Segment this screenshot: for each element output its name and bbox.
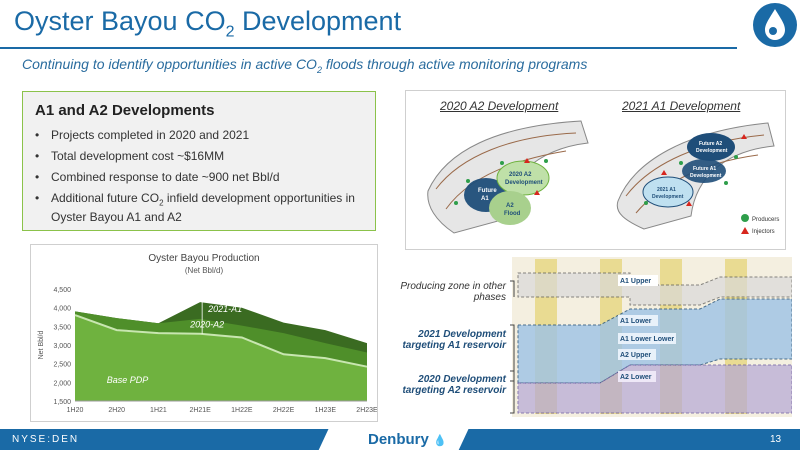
x-tick-label: 1H22E [231, 407, 253, 414]
legend-injectors: Injectors [752, 229, 775, 235]
development-maps-svg: Future A1 2020 A2 Development A2 Flood F… [427, 120, 779, 235]
map-label-development: Development [505, 180, 543, 186]
x-tick-label: 2H23E [356, 407, 377, 414]
y-tick-label: 3,000 [53, 343, 71, 350]
injector-legend-icon [741, 227, 749, 234]
list-item: Additional future CO2 infield developmen… [31, 191, 371, 225]
y-tick-label: 3,500 [53, 324, 71, 331]
chart-title: Oyster Bayou Production [148, 253, 259, 264]
zone-label-a1-lower-lower: A1 Lower Lower [620, 336, 674, 343]
annotation-producing-zone: Producing zone in other phases [400, 281, 506, 303]
zone-label-a2-lower: A2 Lower [620, 374, 652, 381]
zone-label-a1-lower: A1 Lower [620, 318, 652, 325]
list-item: Projects completed in 2020 and 2021 [31, 128, 371, 143]
developments-list: Projects completed in 2020 and 2021 Tota… [31, 128, 371, 231]
production-chart-svg: Oyster Bayou Production (Net Bbl/d) 1,500 2… [38, 253, 377, 414]
y-tick-label: 4,000 [53, 306, 71, 313]
list-item: Total development cost ~$16MM [31, 149, 371, 164]
map-label-2021-a1: 2021 A1 [657, 187, 676, 193]
x-tick-label: 1H21 [150, 407, 167, 414]
annotation-2020-development: 2020 Development targeting A2 reservoir [402, 374, 506, 396]
page-subtitle: Continuing to identify opportunities in … [22, 56, 588, 75]
series-label-2021-a1: 2021-A1 [207, 304, 242, 314]
development-maps-panel: 2020 A2 Development 2021 A1 Development … [405, 90, 786, 250]
series-label-2020-a2: 2020-A2 [189, 319, 224, 329]
map-label-future-a1: Future A1 [693, 166, 716, 172]
x-tick-label: 2H21E [189, 407, 211, 414]
x-tick-label: 2H20 [108, 407, 125, 414]
map-label-2021-a1-dev: Development [652, 194, 684, 200]
y-tick-label: 2,000 [53, 380, 71, 387]
developments-panel: A1 and A2 Developments Projects complete… [22, 91, 376, 231]
map-label-a2: A2 [506, 203, 514, 209]
x-tick-label: 2H22E [273, 407, 295, 414]
y-tick-label: 2,500 [53, 362, 71, 369]
map-legend: Producers Injectors [741, 214, 779, 235]
map-label-flood: Flood [504, 211, 521, 217]
y-axis-label: Net Bbl/d [38, 330, 45, 359]
x-tick-label: 1H23E [315, 407, 337, 414]
y-tick-label: 4,500 [53, 287, 71, 294]
page-number: 13 [770, 434, 782, 445]
map-2020: Future A1 2020 A2 Development A2 Flood [427, 120, 589, 234]
well-log-cross-section: A1 Upper A1 Lower A1 Lower Lower A2 Uppe… [400, 253, 792, 423]
footer-brand-logo: Denbury 💧 [368, 431, 447, 448]
annotation-2021-development: 2021 Development targeting A1 reservoir [402, 329, 506, 351]
map-label-future-a1-dev: Development [690, 173, 722, 179]
map-label-2020-a2: 2020 A2 [509, 172, 532, 178]
map-2021: Future A2 Development Future A1 Developm… [616, 122, 775, 230]
map-label-a1: A1 [481, 196, 489, 202]
series-label-base-pdp: Base PDP [107, 375, 149, 385]
zone-label-a1-upper: A1 Upper [620, 278, 651, 285]
map-label-future: Future [478, 188, 497, 194]
x-tick-label: 1H20 [67, 407, 84, 414]
chart-subtitle: (Net Bbl/d) [185, 266, 224, 275]
developments-heading: A1 and A2 Developments [35, 102, 215, 119]
title-divider [0, 47, 737, 49]
page-title: Oyster Bayou CO2 Development [14, 6, 402, 41]
producer-legend-icon [741, 214, 749, 222]
denbury-drop-logo-icon [753, 3, 797, 47]
footer-exchange-ticker: NYSE:DEN [12, 434, 80, 445]
list-item: Combined response to date ~900 net Bbl/d [31, 170, 371, 185]
map-label-future-a2-dev: Development [696, 148, 728, 154]
drop-icon: 💧 [433, 435, 447, 447]
production-chart: Oyster Bayou Production (Net Bbl/d) 1,500 2… [30, 244, 378, 422]
y-tick-label: 1,500 [53, 399, 71, 406]
map-label-future-a2: Future A2 [699, 141, 722, 147]
legend-producers: Producers [752, 217, 779, 223]
zone-label-a2-upper: A2 Upper [620, 352, 651, 359]
